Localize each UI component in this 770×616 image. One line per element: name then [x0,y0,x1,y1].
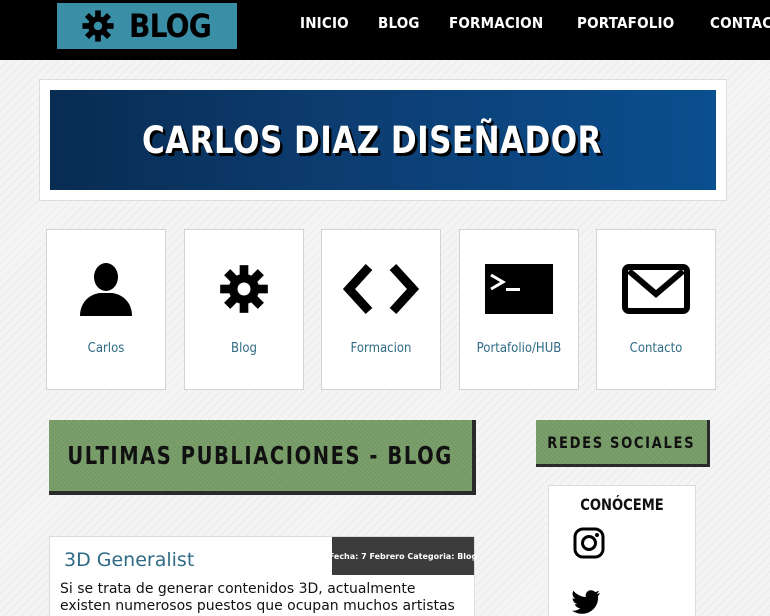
blog-post-card: 3D Generalist Fecha: 7 Febrero Categoria… [49,536,477,616]
code-icon [343,263,419,315]
blog-logo-link[interactable]: BLOG [57,3,237,49]
social-widget-title: CONÓCEME [580,495,664,514]
terminal-icon [485,264,553,314]
envelope-icon [622,264,690,314]
sidebar-header: REDES SOCIALES [536,420,710,467]
card-contacto[interactable]: Contacto [596,229,716,390]
card-carlos[interactable]: Carlos [46,229,166,390]
hero-title: CARLOS DIAZ DISEÑADOR [142,118,602,162]
nav-link-contacto[interactable]: CONTACTO [710,14,770,32]
gear-icon [82,10,114,42]
hero-banner-frame: CARLOS DIAZ DISEÑADOR [39,79,727,201]
card-label: Formacion [350,341,412,356]
card-blog[interactable]: Blog [184,229,304,390]
post-title-link[interactable]: 3D Generalist [64,549,194,571]
instagram-icon[interactable] [573,527,605,559]
nav-link-formacion[interactable]: FORMACION [449,14,543,32]
twitter-icon[interactable] [571,590,601,614]
nav-link-portafolio[interactable]: PORTAFOLIO [577,14,674,32]
gear-icon [220,265,268,313]
card-formacion[interactable]: Formacion [321,229,441,390]
nav-link-blog[interactable]: BLOG [378,14,420,32]
social-widget: CONÓCEME [548,485,696,616]
section-title: ULTIMAS PUBLIACIONES - BLOG [67,441,454,470]
section-header: ULTIMAS PUBLIACIONES - BLOG [49,420,476,495]
card-label: Blog [231,341,257,356]
nav-link-inicio[interactable]: INICIO [300,14,349,32]
card-label: Carlos [87,341,125,356]
user-icon [80,263,132,316]
main-menu: INICIO BLOG FORMACION PORTAFOLIO CONTACT… [300,14,770,32]
sidebar-title: REDES SOCIALES [547,432,696,452]
card-label: Contacto [629,341,683,356]
logo-text: BLOG [129,7,212,45]
hero-banner: CARLOS DIAZ DISEÑADOR [50,90,716,190]
card-label: Portafolio/HUB [476,341,562,356]
post-meta-badge: Fecha: 7 Febrero Categoria: Blog [329,537,477,575]
top-navbar: BLOG INICIO BLOG FORMACION PORTAFOLIO CO… [0,0,770,60]
post-excerpt: Si se trata de generar contenidos 3D, ac… [60,581,455,616]
card-portafolio[interactable]: Portafolio/HUB [459,229,579,390]
